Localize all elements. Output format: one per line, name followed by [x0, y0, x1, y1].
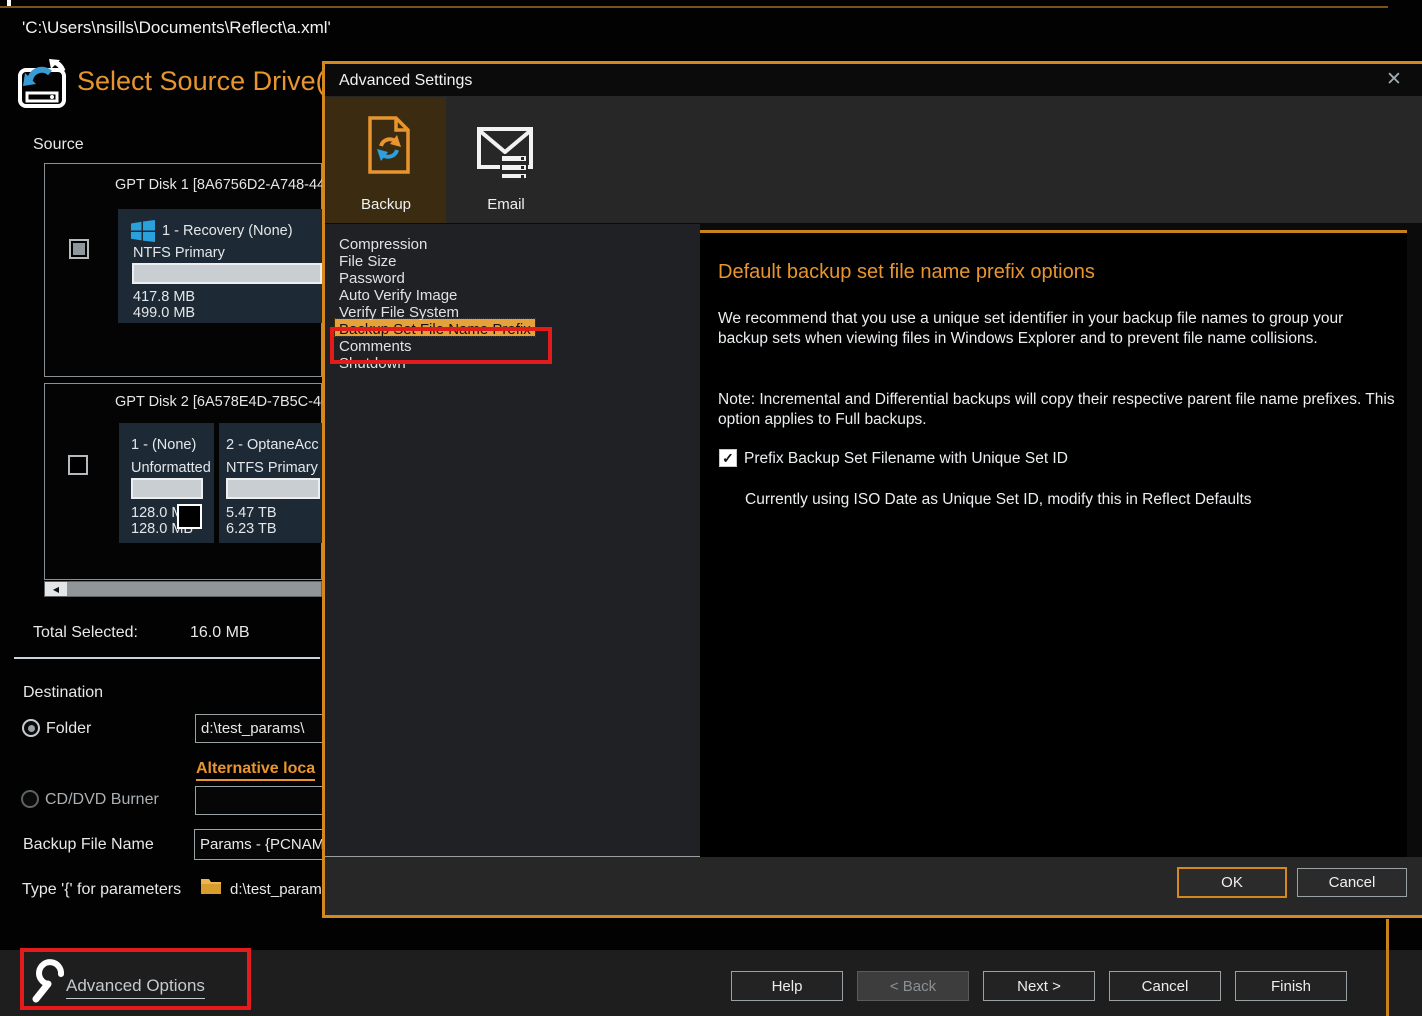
- render-artifact-square: [177, 504, 202, 529]
- panel-subnote-text: Currently using ISO Date as Unique Set I…: [745, 491, 1252, 509]
- back-button: < Back: [857, 971, 969, 1001]
- menu-item-compression[interactable]: Compression: [335, 234, 431, 251]
- partition-size: 499.0 MB: [133, 305, 195, 321]
- source-horizontal-scrollbar[interactable]: ◀: [44, 581, 322, 597]
- alternative-locations-link[interactable]: Alternative loca: [196, 760, 315, 781]
- window-top-border: [0, 6, 1388, 8]
- menu-item-password[interactable]: Password: [335, 268, 409, 285]
- partition-usage-bar: [132, 263, 322, 284]
- partition-usage-bar: [226, 478, 320, 499]
- parameters-hint-label: Type '{' for parameters: [22, 881, 181, 899]
- annotation-box-menu-item: [330, 327, 552, 364]
- close-icon[interactable]: ✕: [1381, 66, 1407, 92]
- advanced-settings-dialog: Advanced Settings ✕ Backup E: [322, 61, 1422, 918]
- partition-name: 2 - OptaneAcc: [226, 437, 319, 453]
- folder-icon: [200, 876, 222, 896]
- resolved-destination-path: d:\test_param: [230, 881, 322, 898]
- dialog-title: Advanced Settings: [339, 72, 472, 90]
- partition-used: 5.47 TB: [226, 505, 277, 521]
- folder-radio-label: Folder: [46, 720, 91, 738]
- email-envelope-icon: [476, 126, 534, 178]
- partition-usage-bar: [131, 478, 203, 499]
- menu-item-auto-verify-image[interactable]: Auto Verify Image: [335, 285, 461, 302]
- partition-filesystem: Unformatted: [131, 460, 211, 476]
- prefix-set-id-checkbox[interactable]: ✓: [719, 449, 737, 467]
- finish-button[interactable]: Finish: [1235, 971, 1347, 1001]
- panel-heading: Default backup set file name prefix opti…: [718, 261, 1095, 284]
- folder-radio[interactable]: [22, 719, 40, 737]
- scroll-left-button[interactable]: ◀: [45, 582, 67, 596]
- menu-item-verify-file-system[interactable]: Verify File System: [335, 302, 463, 319]
- partition-name: 1 - Recovery (None): [162, 223, 293, 239]
- total-selected-value: 16.0 MB: [190, 624, 250, 642]
- disk1-checkbox-partial-fill: [73, 243, 85, 255]
- cd-dvd-burner-radio[interactable]: [21, 790, 39, 808]
- tab-backup-label: Backup: [326, 196, 446, 213]
- select-source-drive-icon: [16, 58, 72, 110]
- windows-logo-icon: [131, 220, 155, 242]
- ok-button[interactable]: OK: [1177, 867, 1287, 898]
- tab-email-label: Email: [446, 196, 566, 213]
- total-selected-label: Total Selected:: [33, 624, 138, 642]
- backup-file-name-label: Backup File Name: [23, 836, 154, 854]
- dialog-content-panel: Default backup set file name prefix opti…: [700, 230, 1407, 857]
- advanced-options-link[interactable]: Advanced Options: [66, 976, 205, 999]
- menu-item-file-size[interactable]: File Size: [335, 251, 401, 268]
- partition-used: 417.8 MB: [133, 289, 195, 305]
- disk2-partition2-card[interactable]: 2 - OptaneAcc NTFS Primary 5.47 TB 6.23 …: [219, 423, 322, 543]
- next-button[interactable]: Next >: [983, 971, 1095, 1001]
- config-file-path: 'C:\Users\nsills\Documents\Reflect\a.xml…: [22, 18, 331, 38]
- window-right-border: [1386, 919, 1389, 1016]
- source-section-label: Source: [33, 136, 84, 154]
- help-button[interactable]: Help: [731, 971, 843, 1001]
- dialog-cancel-button[interactable]: Cancel: [1297, 868, 1407, 897]
- cancel-button[interactable]: Cancel: [1109, 971, 1221, 1001]
- disk2-header: GPT Disk 2 [6A578E4D-7B5C-4C: [115, 394, 332, 410]
- app-root: 'C:\Users\nsills\Documents\Reflect\a.xml…: [0, 0, 1422, 1016]
- destination-section-label: Destination: [23, 684, 103, 702]
- disk1-partition-card[interactable]: 1 - Recovery (None) NTFS Primary 417.8 M…: [118, 209, 322, 323]
- partition-filesystem: NTFS Primary: [226, 460, 318, 476]
- partition-name: 1 - (None): [131, 437, 196, 453]
- panel-intro-text: We recommend that you use a unique set i…: [718, 309, 1382, 348]
- section-divider: [14, 657, 320, 659]
- cd-dvd-burner-label: CD/DVD Burner: [45, 791, 159, 809]
- disk2-checkbox[interactable]: [68, 455, 88, 475]
- partition-size: 6.23 TB: [226, 521, 277, 537]
- disk1-checkbox[interactable]: [69, 239, 89, 259]
- prefix-set-id-checkbox-label: Prefix Backup Set Filename with Unique S…: [744, 450, 1068, 468]
- panel-note-text: Note: Incremental and Differential backu…: [718, 390, 1406, 429]
- backup-document-icon: [366, 116, 412, 174]
- wrench-icon: [28, 957, 66, 1003]
- partition-filesystem: NTFS Primary: [133, 245, 225, 261]
- disk1-header: GPT Disk 1 [8A6756D2-A748-44: [115, 177, 325, 193]
